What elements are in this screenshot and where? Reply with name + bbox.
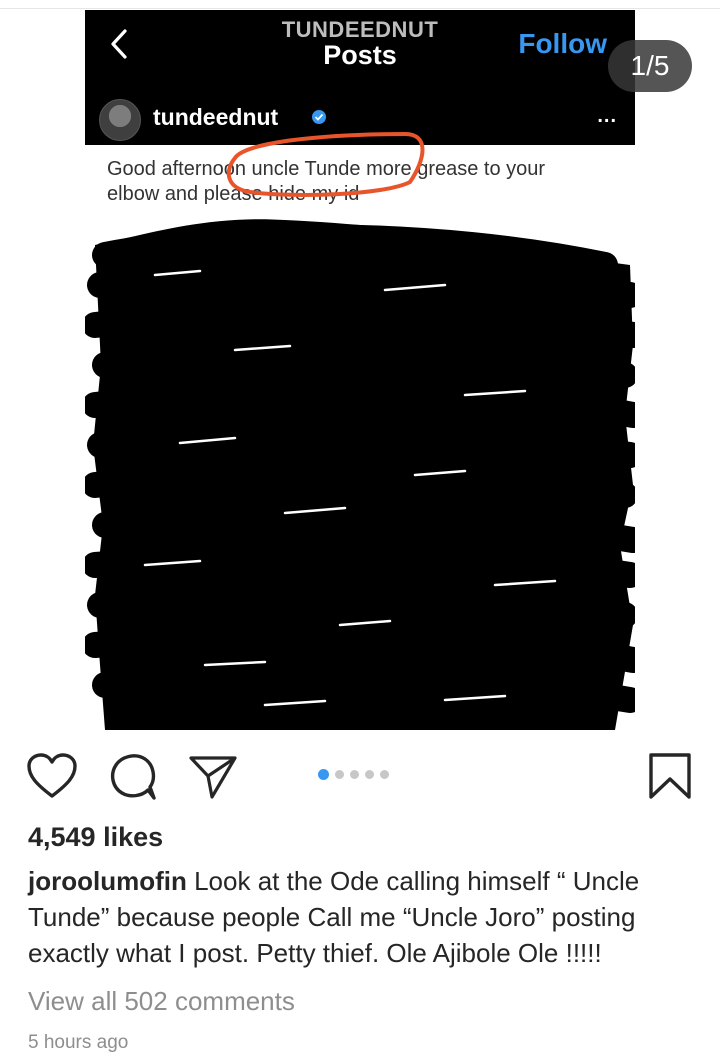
page-counter: 1/5 <box>608 40 692 92</box>
carousel-dots <box>318 768 389 780</box>
share-icon[interactable] <box>188 754 238 800</box>
heart-icon[interactable] <box>26 752 78 800</box>
carousel-dot <box>365 769 374 779</box>
carousel-dot-active <box>318 768 329 780</box>
view-comments-link[interactable]: View all 502 comments <box>28 986 295 1017</box>
carousel-dot <box>350 769 359 779</box>
carousel-dot <box>335 769 344 779</box>
carousel-dot <box>380 769 389 779</box>
redaction-scribble <box>85 219 635 730</box>
bookmark-icon[interactable] <box>648 752 692 800</box>
top-divider <box>0 8 720 9</box>
caption-username[interactable]: joroolumofin <box>28 866 187 896</box>
caption: joroolumofin Look at the Ode calling him… <box>28 863 693 971</box>
post-image[interactable]: TUNDEEDNUT Posts Follow tundeednut ... G… <box>85 10 635 730</box>
likes-count[interactable]: 4,549 likes <box>28 822 163 853</box>
comment-icon[interactable] <box>108 752 158 802</box>
post-timestamp: 5 hours ago <box>28 1032 129 1053</box>
